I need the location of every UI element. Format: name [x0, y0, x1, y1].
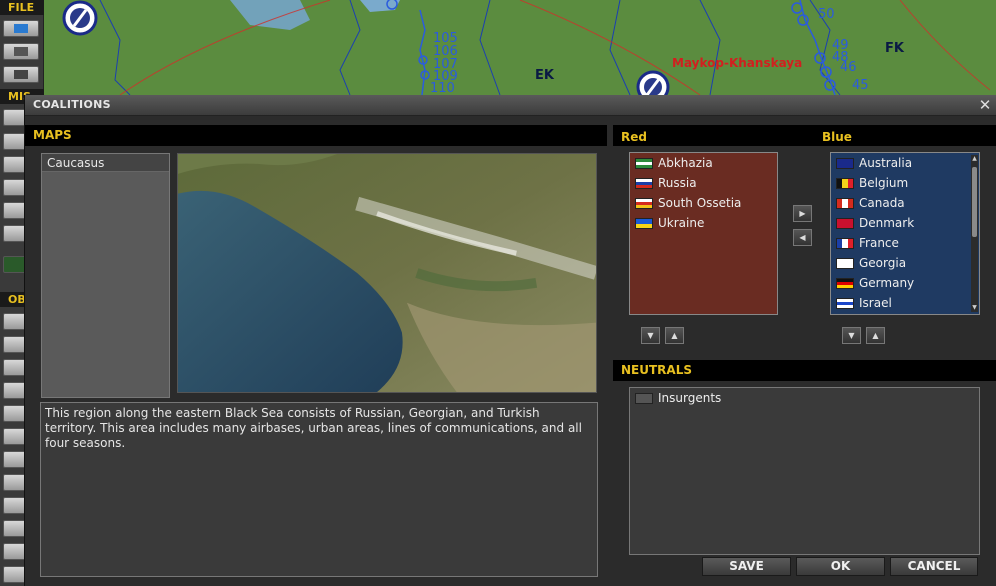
flag-stripe — [837, 305, 853, 308]
flag-stripe — [837, 285, 853, 288]
country-name: Germany — [859, 276, 915, 290]
country-name: Georgia — [859, 256, 907, 270]
neutrals-list[interactable]: Insurgents — [629, 387, 980, 555]
new-file-icon — [14, 24, 28, 33]
blue-list-scrollbar[interactable]: ▲ ▼ — [971, 155, 978, 312]
flag-stripe — [837, 159, 853, 168]
scroll-thumb[interactable] — [972, 167, 977, 237]
red-coalition-list[interactable]: Abkhazia Russia South Ossetia Ukraine — [629, 152, 778, 315]
folder-icon — [14, 47, 28, 56]
map-description: This region along the eastern Black Sea … — [40, 402, 598, 577]
country-name: Australia — [859, 156, 913, 170]
flag-stripe — [837, 259, 853, 268]
flag-stripe — [636, 223, 652, 228]
country-name: France — [859, 236, 899, 250]
flag-icon — [836, 258, 854, 269]
svg-text:45: 45 — [852, 78, 869, 93]
coalition-country-row[interactable]: Belgium — [831, 173, 979, 193]
country-name: Denmark — [859, 216, 915, 230]
coalition-country-row[interactable]: Abkhazia — [630, 153, 777, 173]
flag-stripe — [847, 199, 853, 208]
move-to-blue-button[interactable]: ▶ — [793, 205, 812, 222]
dialog-title: COALITIONS — [33, 98, 111, 111]
flag-icon — [836, 198, 854, 209]
scroll-down-icon[interactable]: ▼ — [971, 304, 978, 312]
coalition-country-row[interactable]: France — [831, 233, 979, 253]
flag-icon — [836, 278, 854, 289]
map-item[interactable]: Caucasus — [42, 154, 169, 172]
country-name: Abkhazia — [658, 156, 713, 170]
coalition-country-row[interactable]: Ukraine — [630, 213, 777, 233]
cancel-button[interactable]: CANCEL — [890, 557, 978, 576]
red-coalition-label: Red — [621, 130, 647, 144]
svg-text:FK: FK — [885, 41, 905, 56]
country-name: Israel — [859, 296, 892, 310]
coalitions-dialog: COALITIONS ✕ MAPS Caucasus This region a… — [24, 95, 996, 586]
flag-icon — [635, 178, 653, 189]
coalition-country-row[interactable]: Israel — [831, 293, 979, 313]
coalition-country-row[interactable]: Russia — [630, 173, 777, 193]
close-icon[interactable]: ✕ — [977, 97, 993, 113]
svg-text:110: 110 — [430, 81, 455, 96]
country-name: Ukraine — [658, 216, 705, 230]
red-move-up-button[interactable]: ▲ — [665, 327, 684, 344]
save-file-button[interactable] — [3, 66, 39, 83]
red-move-down-button[interactable]: ▼ — [641, 327, 660, 344]
flag-icon — [635, 198, 653, 209]
coalition-country-row[interactable]: Canada — [831, 193, 979, 213]
blue-move-up-button[interactable]: ▲ — [866, 327, 885, 344]
map-preview — [177, 153, 597, 393]
new-file-button[interactable] — [3, 20, 39, 37]
svg-text:Maykop-Khanskaya: Maykop-Khanskaya — [672, 56, 802, 70]
ok-button[interactable]: OK — [796, 557, 885, 576]
flag-stripe — [636, 185, 652, 188]
toolbar-file-label: FILE — [0, 0, 44, 15]
country-name: Russia — [658, 176, 697, 190]
flag-icon — [836, 218, 854, 229]
blue-coalition-list[interactable]: Australia Belgium Canada Denmark France Georg… — [830, 152, 980, 315]
country-name: Insurgents — [658, 391, 722, 405]
blue-coalition-label: Blue — [822, 130, 852, 144]
flag-icon — [836, 178, 854, 189]
flag-icon — [836, 158, 854, 169]
country-name: Belgium — [859, 176, 909, 190]
neutrals-header: NEUTRALS — [613, 360, 996, 381]
maps-list[interactable]: Caucasus — [41, 153, 170, 398]
flag-icon — [635, 158, 653, 169]
coalition-country-row[interactable]: Denmark — [831, 213, 979, 233]
flag-icon — [836, 298, 854, 309]
svg-text:EK: EK — [535, 68, 555, 83]
country-name: South Ossetia — [658, 196, 742, 210]
flag-stripe — [847, 239, 853, 248]
open-file-button[interactable] — [3, 43, 39, 60]
svg-text:50: 50 — [818, 7, 835, 22]
flag-stripe — [636, 205, 652, 208]
coalition-country-row[interactable]: South Ossetia — [630, 193, 777, 213]
flag-icon — [836, 238, 854, 249]
svg-text:46: 46 — [840, 60, 857, 75]
move-to-red-button[interactable]: ◀ — [793, 229, 812, 246]
flag-stripe — [837, 219, 853, 228]
flag-stripe — [636, 165, 652, 168]
scroll-up-icon[interactable]: ▲ — [971, 155, 978, 163]
coalition-country-row[interactable]: Australia — [831, 153, 979, 173]
blue-rows: Australia Belgium Canada Denmark France Georg… — [831, 153, 979, 313]
flag-stripe — [847, 179, 853, 188]
coalition-country-row[interactable]: Insurgents — [630, 388, 979, 408]
maps-header: MAPS — [25, 125, 607, 146]
blue-move-down-button[interactable]: ▼ — [842, 327, 861, 344]
coalition-country-row[interactable]: Germany — [831, 273, 979, 293]
save-button[interactable]: SAVE — [702, 557, 791, 576]
coalition-country-row[interactable]: Georgia — [831, 253, 979, 273]
dialog-titlebar[interactable]: COALITIONS ✕ — [25, 95, 996, 116]
coalitions-header-bar — [613, 125, 996, 146]
flag-icon — [635, 393, 653, 404]
country-name: Canada — [859, 196, 905, 210]
flag-icon — [635, 218, 653, 229]
floppy-icon — [14, 70, 28, 79]
